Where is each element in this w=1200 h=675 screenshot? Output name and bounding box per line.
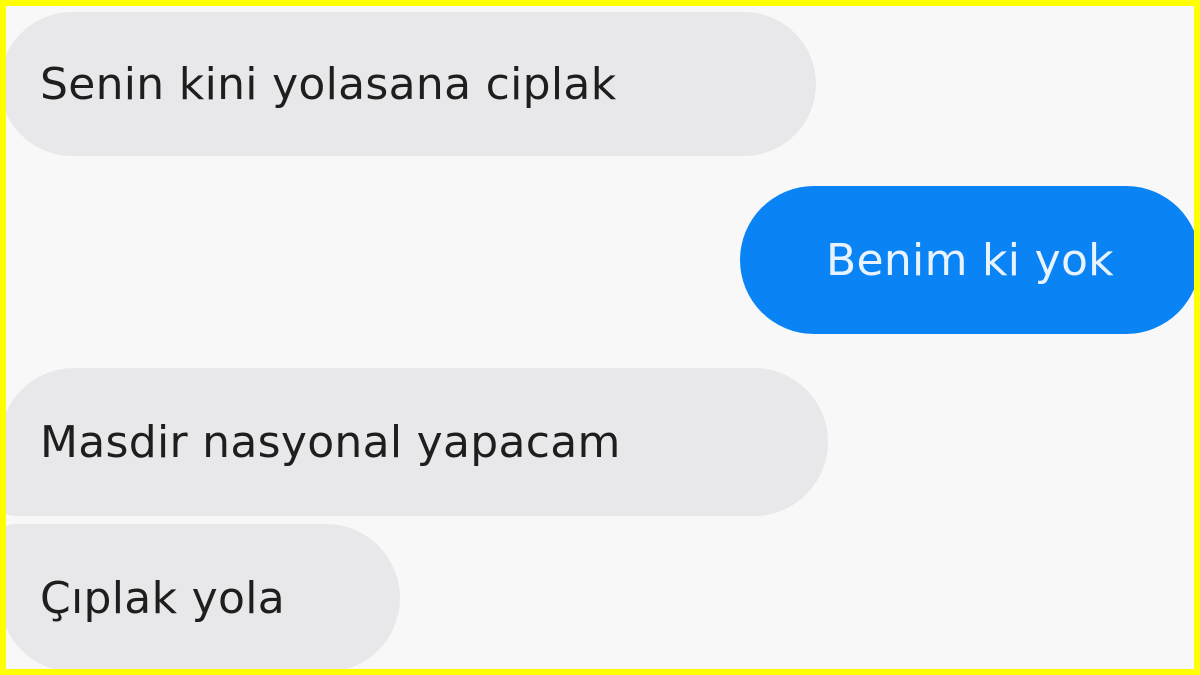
outgoing-message-bubble: Benim ki yok <box>740 186 1194 334</box>
message-text: Masdir nasyonal yapacam <box>40 416 621 468</box>
incoming-message-bubble: Çıplak yola <box>6 524 400 669</box>
incoming-message-bubble: Senin kini yolasana ciplak <box>6 12 816 156</box>
incoming-message-bubble: Masdir nasyonal yapacam <box>6 368 828 516</box>
chat-screenshot: Senin kini yolasana ciplak Benim ki yok … <box>6 6 1194 669</box>
message-text: Çıplak yola <box>40 572 285 624</box>
message-text: Benim ki yok <box>826 234 1114 286</box>
message-text: Senin kini yolasana ciplak <box>40 58 617 110</box>
